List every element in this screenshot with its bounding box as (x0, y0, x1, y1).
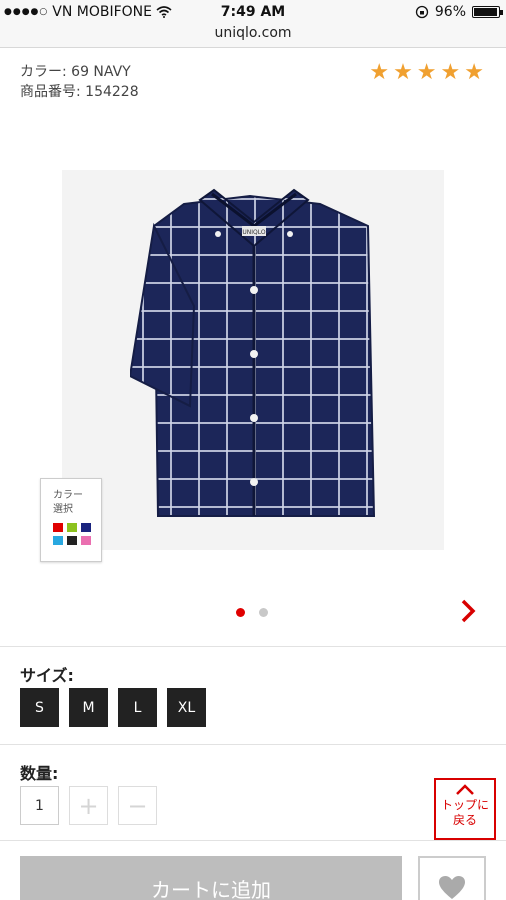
star-icon: ★ (440, 60, 461, 85)
heart-icon (439, 876, 465, 899)
divider (0, 840, 506, 841)
color-swatch[interactable] (67, 536, 77, 545)
star-icon: ★ (416, 60, 437, 85)
color-swatch-grid (53, 523, 101, 545)
size-option-m[interactable]: M (69, 688, 108, 727)
quantity-plus-button[interactable]: + (69, 786, 108, 825)
size-option-s[interactable]: S (20, 688, 59, 727)
quantity-value[interactable]: 1 (20, 786, 59, 825)
chevron-up-icon (456, 784, 474, 795)
color-line: カラー: 69 NAVY (20, 64, 131, 80)
star-icon: ★ (369, 60, 390, 85)
add-to-cart-button[interactable]: カートに追加 (20, 856, 402, 900)
color-select-label-2: 選択 (53, 504, 73, 515)
size-options: S M L XL (20, 688, 206, 727)
chevron-right-icon[interactable] (460, 598, 476, 624)
star-icon: ★ (393, 60, 413, 85)
color-swatch[interactable] (81, 523, 91, 532)
carousel-dot[interactable] (259, 608, 268, 617)
color-swatch[interactable] (53, 536, 63, 545)
back-to-top-label-2: 戻る (452, 813, 477, 827)
rotation-lock-icon (415, 5, 429, 19)
size-option-l[interactable]: L (118, 688, 157, 727)
product-page: ●●●●○ VN MOBIFONE 7:49 AM 96% uniqlo.com… (0, 0, 506, 900)
size-option-xl[interactable]: XL (167, 688, 206, 727)
quantity-label: 数量: (20, 764, 59, 783)
size-label: サイズ: (20, 666, 74, 685)
color-select-panel[interactable]: カラー 選択 (40, 478, 102, 562)
carousel-dots (236, 608, 268, 617)
color-select-label-1: カラー (53, 490, 83, 501)
battery-percent: 96% (434, 4, 466, 20)
back-to-top-label-1: トップに (440, 798, 489, 812)
favorite-button[interactable] (418, 856, 486, 900)
star-icon: ★ (464, 60, 484, 85)
quantity-minus-button[interactable]: − (118, 786, 157, 825)
divider (0, 744, 506, 745)
battery-fill (474, 8, 498, 16)
color-swatch[interactable] (53, 523, 63, 532)
carousel-dot[interactable] (236, 608, 245, 617)
product-image[interactable]: UNIQLO (130, 186, 380, 526)
product-number: 商品番号: 154228 (20, 84, 139, 100)
url-bar[interactable]: uniqlo.com (0, 24, 506, 48)
quantity-stepper: 1 + − (20, 786, 157, 825)
divider (0, 646, 506, 647)
svg-text:UNIQLO: UNIQLO (242, 229, 266, 236)
color-swatch[interactable] (81, 536, 91, 545)
status-bar: ●●●●○ VN MOBIFONE 7:49 AM 96% (0, 0, 506, 24)
battery-icon (472, 6, 503, 18)
color-swatch[interactable] (67, 523, 77, 532)
back-to-top-button[interactable]: トップに 戻る (434, 778, 496, 840)
product-meta: カラー: 69 NAVY 商品番号: 154228 (20, 62, 139, 102)
status-right: 96% (415, 4, 503, 20)
rating-stars[interactable]: ★ ★ ★ ★ ★ (369, 60, 484, 85)
